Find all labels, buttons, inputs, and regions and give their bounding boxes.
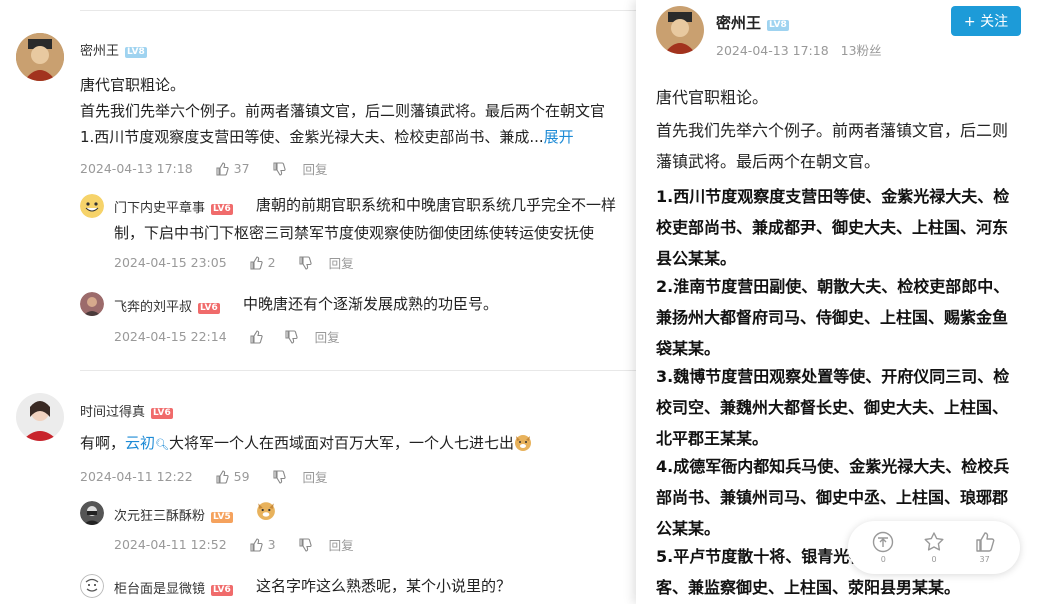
comment-text: 有啊，云初🔍︎大将军一个人在西域面对百万大军，一个人七进七出 [80,431,532,457]
comment-text-part: 大将军一个人在西域面对百万大军，一个人七进七出 [169,434,515,452]
level-badge: LV6 [211,585,233,596]
favorite-count: 0 [931,555,937,564]
level-badge: LV6 [151,408,173,419]
comment-text: 首先我们先举六个例子。前两者藩镇文官，后二则藩镇武将。最后两个在朝文官 [80,102,606,120]
comment-meta: 2024-04-15 23:05 2 回复 [114,253,354,272]
expand-link[interactable]: 展开 [544,128,574,146]
avatar[interactable] [80,194,104,218]
avatar[interactable] [80,292,104,316]
like-count: 37 [979,555,990,564]
panel-paragraph: 首先我们先举六个例子。前两者藩镇文官，后二则藩镇武将。最后两个在朝文官。 [656,121,1009,171]
timestamp: 2024-04-15 22:14 [114,329,227,344]
level-badge: LV8 [125,47,147,58]
comment-text-part: 有啊， [80,434,126,452]
panel-username-text[interactable]: 密州王 [716,14,761,32]
like-icon[interactable] [249,255,263,270]
timestamp: 2024-04-11 12:22 [80,469,193,484]
username-text[interactable]: 柜台面是显微镜 [114,582,205,597]
comment-text: 1.西川节度观察度支营田等使、金紫光禄大夫、检校吏部尚书、兼成...展开 [80,125,574,149]
like-button[interactable]: 37 [974,531,996,564]
timestamp: 2024-04-11 12:52 [114,537,227,552]
action-bar: 0 0 37 [848,521,1020,574]
panel-username[interactable]: 密州王 LV8 [716,12,789,33]
username[interactable]: 门下内史平章事 LV6 [114,197,233,216]
comment-meta: 2024-04-11 12:52 3 回复 [114,535,354,554]
share-button[interactable]: 0 [872,531,894,564]
like-count: 37 [233,161,250,176]
panel-bold-item: 3.魏博节度营田观察处置等使、开府仪同三司、检校司空、兼魏州大都督长史、御史大夫… [656,367,1010,448]
level-badge: LV6 [198,303,220,314]
avatar[interactable] [80,574,104,598]
reply-button[interactable]: 回复 [315,327,340,346]
follow-button[interactable]: + 关注 [951,6,1021,36]
username[interactable]: 飞奔的刘平叔 LV6 [114,296,220,315]
username-text[interactable]: 飞奔的刘平叔 [114,300,192,315]
like-icon[interactable] [249,329,263,344]
comment-meta: 2024-04-11 12:22 59 回复 [80,467,328,486]
timestamp: 2024-04-15 23:05 [114,255,227,270]
comment-text: 这名字咋这么熟悉呢，某个小说里的？ [256,577,512,595]
reply-button[interactable]: 回复 [329,253,354,272]
panel-bold-item: 2.淮南节度营田副使、朝散大夫、检校吏部郎中、兼扬州大都督府司马、侍御史、上柱国… [656,277,1010,358]
comment-meta: 2024-04-15 22:14 回复 [114,327,340,346]
share-count: 0 [880,555,886,564]
avatar[interactable] [80,501,104,525]
dislike-icon[interactable] [272,161,286,176]
username-text[interactable]: 门下内史平章事 [114,201,205,216]
username[interactable]: 柜台面是显微镜 LV6 [114,578,233,597]
username[interactable]: 密州王 LV8 [80,40,147,59]
comment-text: 中晚唐还有个逐渐发展成熟的功臣号。 [243,295,499,313]
share-icon [872,531,894,555]
comment-text: 唐朝的前期官职系统和中晚唐官职系统几乎完全不一样 [256,196,617,214]
divider [80,370,640,371]
favorite-button[interactable]: 0 [923,531,945,564]
like-count: 2 [267,255,276,270]
comment-text: 唐代官职粗论。 [80,76,186,94]
username-text[interactable]: 次元狂三酥酥粉 [114,509,205,524]
mention-text[interactable]: 云初 [125,434,155,452]
dislike-icon[interactable] [298,537,312,552]
reply-button[interactable]: 回复 [329,535,354,554]
fans-count: 13粉丝 [840,43,882,58]
like-icon [974,531,996,555]
dislike-icon[interactable] [284,329,298,344]
reply-button[interactable]: 回复 [303,159,328,178]
username[interactable]: 次元狂三酥酥粉 LV5 [114,505,233,524]
reply-button[interactable]: 回复 [303,467,328,486]
timestamp: 2024-04-13 17:18 [80,161,193,176]
comment-text: 制，下启中书门下枢密三司禁军节度使观察使防御使团练使转运使安抚使 [114,224,595,242]
dislike-icon[interactable] [272,469,286,484]
username-text[interactable]: 密州王 [80,44,119,59]
doge-emoji-icon [256,500,276,520]
timestamp: 2024-04-13 17:18 [716,43,829,58]
username[interactable]: 时间过得真 LV6 [80,401,173,420]
avatar[interactable] [656,6,704,54]
comment-detail-panel: 密州王 LV8 2024-04-13 17:18 13粉丝 + 关注 唐代官职粗论。… [636,0,1040,604]
mention-link[interactable]: 云初🔍︎ [125,434,169,452]
search-icon: 🔍︎ [155,438,169,451]
like-icon[interactable] [215,469,229,484]
doge-emoji-icon [514,433,532,451]
avatar[interactable] [16,393,64,441]
dislike-icon[interactable] [298,255,312,270]
like-icon[interactable] [249,537,263,552]
panel-bold-item: 1.西川节度观察度支营田等使、金紫光禄大夫、检校吏部尚书、兼成都尹、御史大夫、上… [656,187,1010,268]
divider [80,10,640,11]
comment-meta: 2024-04-13 17:18 37 回复 [80,159,328,178]
like-count: 3 [267,537,276,552]
star-icon [923,531,945,555]
username-text[interactable]: 时间过得真 [80,405,145,420]
like-count: 59 [233,469,250,484]
comment-text-line: 1.西川节度观察度支营田等使、金紫光禄大夫、检校吏部尚书、兼成... [80,128,544,146]
panel-meta: 2024-04-13 17:18 13粉丝 [716,40,882,59]
avatar[interactable] [16,33,64,81]
panel-paragraph: 唐代官职粗论。 [656,88,769,107]
level-badge: LV5 [211,512,233,523]
level-badge: LV6 [211,204,233,215]
like-icon[interactable] [215,161,229,176]
level-badge: LV8 [767,20,789,31]
